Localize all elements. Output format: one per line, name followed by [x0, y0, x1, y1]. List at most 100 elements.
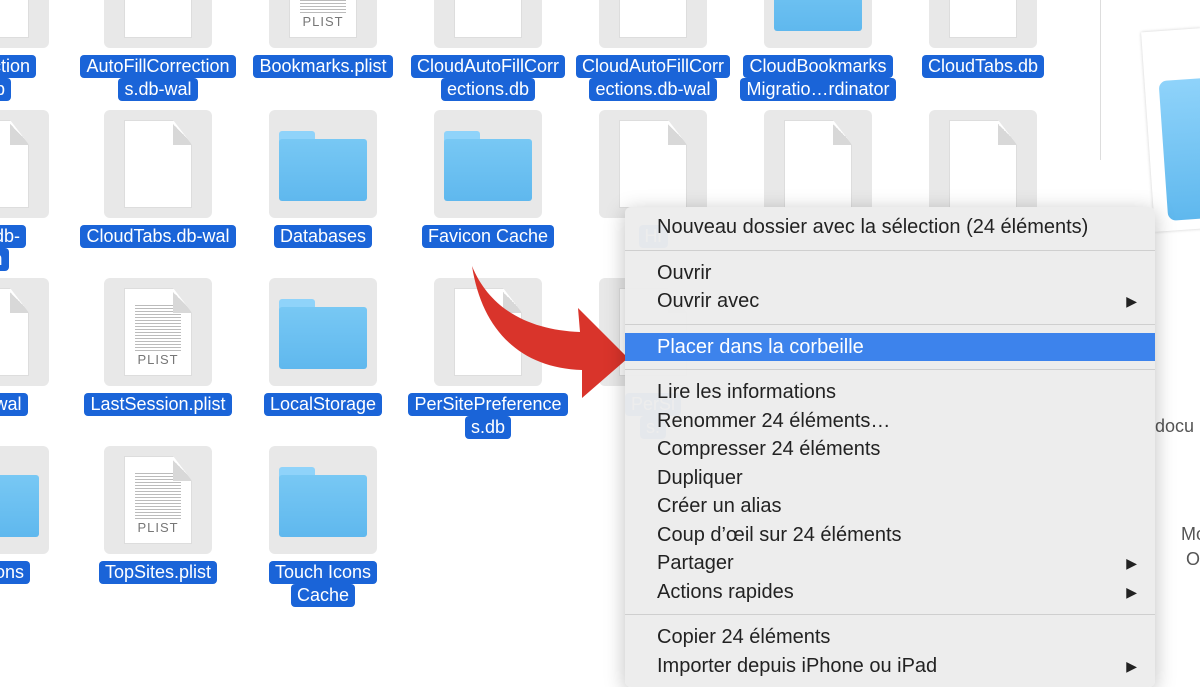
icon-tile [599, 110, 707, 218]
file-label-line: ections.db [440, 78, 536, 101]
preview-text: O [1186, 549, 1200, 569]
menu-item-label: Coup d’œil sur 24 éléments [657, 523, 902, 546]
file-label: CloudTabs.db [921, 55, 1045, 78]
file-item[interactable]: CloudBookmarks Migratio…rdinator [738, 0, 898, 101]
menu-item-label: Partager [657, 552, 734, 574]
file-label-line: s.db-wal [118, 78, 198, 101]
plist-file-icon: PLIST [124, 456, 192, 544]
document-icon [619, 0, 687, 38]
menu-item-label: Lire les informations [657, 381, 836, 403]
file-item[interactable]: LocalStorage [243, 278, 403, 416]
icon-tile [929, 110, 1037, 218]
file-label-line: bs.db- [0, 225, 27, 248]
file-label: TopSites.plist [98, 561, 218, 584]
icon-tile [0, 446, 49, 554]
folder-icon [279, 299, 367, 369]
menu-item-label: Actions rapides [657, 580, 794, 603]
file-label-line: CloudTabs.db [921, 55, 1045, 78]
menu-item[interactable]: Renommer 24 éléments… [625, 407, 1155, 436]
file-label: CloudBookmarks Migratio…rdinator [740, 55, 896, 101]
menu-separator [625, 249, 1155, 251]
menu-item[interactable]: Nouveau dossier avec la sélection (24 él… [625, 213, 1155, 242]
menu-item[interactable]: Importer depuis iPhone ou iPad ▶ [625, 652, 1155, 681]
icon-tile [434, 0, 542, 48]
icon-tile [929, 0, 1037, 48]
document-icon [454, 0, 522, 38]
menu-item-label: Copier 24 éléments [657, 626, 831, 648]
document-icon [124, 120, 192, 208]
file-label-line: Bookmarks.plist [253, 55, 393, 78]
file-item[interactable]: Favicon Cache [408, 110, 568, 248]
context-menu: Nouveau dossier avec la sélection (24 él… [625, 207, 1155, 687]
file-item[interactable]: CloudTabs.db [903, 0, 1063, 78]
file-label-line: Favicon Cache [421, 225, 555, 248]
menu-item[interactable]: Créer un alias [625, 492, 1155, 521]
menu-item[interactable]: Coup d’œil sur 24 éléments [625, 521, 1155, 550]
icon-tile [764, 0, 872, 48]
menu-separator [625, 614, 1155, 615]
file-item[interactable]: AutoFillCorrection s.db-wal [78, 0, 238, 101]
submenu-arrow-icon: ▶ [1126, 657, 1137, 674]
file-label: LastSession.plist [84, 393, 232, 416]
file-label: orrectiondb [0, 55, 37, 101]
document-icon [949, 0, 1017, 38]
file-item[interactable]: PLIST TopSites.plist [78, 446, 238, 584]
file-label: Favicon Cache [421, 225, 555, 248]
file-item[interactable]: CloudAutoFillCorr ections.db-wal [573, 0, 733, 101]
menu-item[interactable]: Actions rapides ▶ [625, 578, 1155, 607]
file-item[interactable]: CloudAutoFillCorr ections.db [408, 0, 568, 101]
icon-tile [269, 446, 377, 554]
menu-item-label: Dupliquer [657, 466, 743, 489]
file-label-line: CloudAutoFillCorr [575, 55, 731, 78]
icon-tile [269, 110, 377, 218]
document-icon [0, 120, 29, 208]
menu-item[interactable]: Placer dans la corbeille [625, 332, 1155, 361]
menu-item-label: Compresser 24 éléments [657, 438, 881, 460]
menu-separator [625, 369, 1155, 370]
icon-tile [269, 278, 377, 386]
icon-tile [434, 110, 542, 218]
menu-item[interactable]: Copier 24 éléments [625, 623, 1155, 652]
file-label-line: CloudBookmarks [743, 55, 893, 78]
file-item[interactable]: bs.db-m [0, 110, 75, 271]
file-label-line: Databases [273, 225, 373, 248]
menu-item-label: Ouvrir avec [657, 290, 760, 312]
menu-item[interactable]: Compresser 24 éléments [625, 435, 1155, 464]
file-label-line: LastSession.plist [84, 393, 232, 416]
file-item[interactable]: CloudTabs.db-wal [78, 110, 238, 248]
icon-tile [0, 0, 49, 48]
file-item[interactable]: db-wal [0, 278, 75, 416]
file-label-line: LocalStorage [263, 393, 383, 416]
file-label-line: orrection [0, 55, 37, 78]
document-icon [949, 120, 1017, 208]
menu-item[interactable]: Dupliquer [625, 464, 1155, 493]
menu-item-label: Nouveau dossier avec la sélection (24 él… [657, 216, 1089, 238]
document-icon [124, 0, 192, 38]
submenu-arrow-icon: ▶ [1126, 583, 1137, 600]
menu-item-label: Importer depuis iPhone ou iPad [657, 654, 938, 677]
menu-item[interactable]: Partager ▶ [625, 549, 1155, 578]
menu-item[interactable]: Ouvrir [625, 259, 1155, 288]
plist-file-icon: PLIST [124, 288, 192, 376]
menu-item[interactable]: Lire les informations [625, 378, 1155, 407]
file-label-line: AutoFillCorrection [80, 55, 236, 78]
file-item[interactable]: e Icons [0, 446, 75, 584]
menu-item[interactable]: Ouvrir avec ▶ [625, 287, 1155, 316]
file-label: e Icons [0, 561, 31, 584]
file-label-line: CloudAutoFillCorr [410, 55, 566, 78]
file-item[interactable]: Touch Icons Cache [243, 446, 403, 607]
file-label: Touch Icons Cache [268, 561, 378, 607]
file-item[interactable]: Databases [243, 110, 403, 248]
icon-tile [104, 0, 212, 48]
submenu-arrow-icon: ▶ [1126, 293, 1137, 309]
file-label-line: e Icons [0, 561, 31, 584]
file-item[interactable]: PLIST LastSession.plist [78, 278, 238, 416]
file-item[interactable]: orrectiondb [0, 0, 75, 101]
document-icon [784, 120, 852, 208]
icon-tile: PLIST [104, 446, 212, 554]
file-item[interactable]: PLIST Bookmarks.plist [243, 0, 403, 78]
red-arrow-icon [472, 266, 628, 398]
document-icon [619, 120, 687, 208]
icon-tile [599, 0, 707, 48]
file-label-line: db-wal [0, 393, 28, 416]
